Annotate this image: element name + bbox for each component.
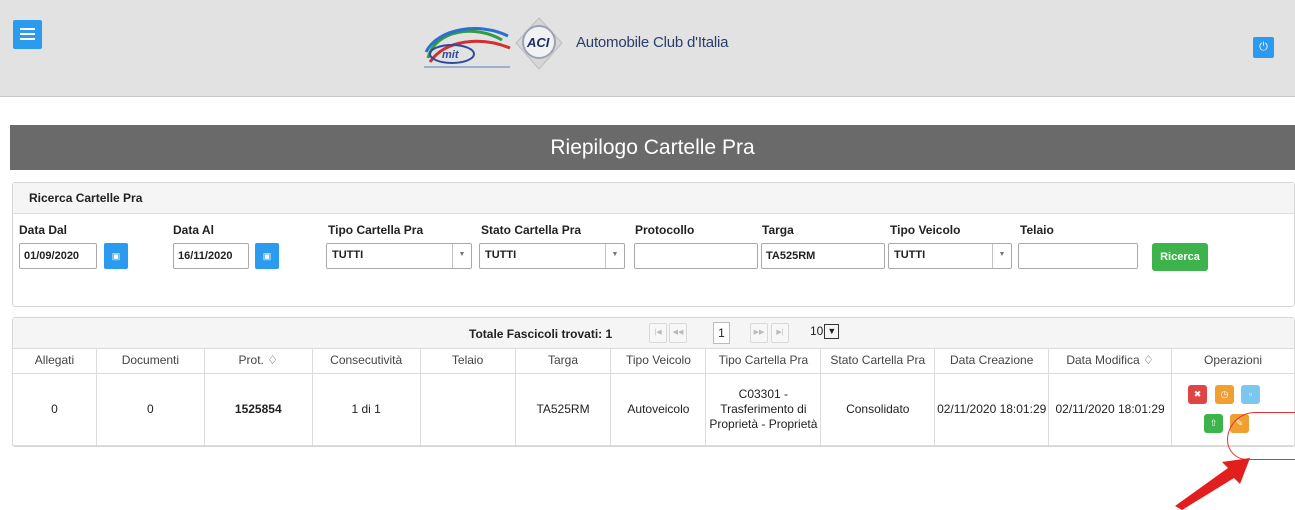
- telaio-label: Telaio: [1020, 223, 1054, 237]
- table-row: 0 0 1525854 1 di 1 TA525RM Autoveicolo C…: [12, 372, 1295, 446]
- app-header: mit ACI Automobile Club d'Italia ⏻: [0, 0, 1295, 97]
- next-page-button[interactable]: ▶▶: [750, 323, 768, 343]
- app-title: Automobile Club d'Italia: [576, 34, 729, 51]
- upload-icon: ⇧: [1209, 417, 1218, 428]
- first-page-button[interactable]: |◀: [649, 323, 667, 343]
- column-header: Tipo Veicolo: [610, 348, 707, 374]
- column-header: Telaio: [419, 348, 516, 374]
- column-header: Tipo Cartella Pra: [705, 348, 822, 374]
- hamburger-menu-icon: [20, 28, 35, 30]
- column-header-sortable[interactable]: Data Modifica ♢: [1048, 348, 1173, 374]
- per-page-value: 10: [810, 324, 824, 338]
- cell-tipo-veicolo: Autoveicolo: [610, 372, 707, 446]
- column-header: Allegati: [12, 348, 97, 374]
- stato-cartella-value: TUTTI: [485, 249, 517, 261]
- cell-stato: Consolidato: [820, 372, 936, 446]
- red-arrow-annotation: [1175, 458, 1250, 510]
- cell-data-modifica: 02/11/2020 18:01:29: [1048, 372, 1173, 446]
- tipo-cartella-value: TUTTI: [332, 249, 364, 261]
- column-header: Consecutività: [311, 348, 421, 374]
- column-header: Targa: [514, 348, 612, 374]
- cell-consecutivita: 1 di 1: [311, 372, 421, 446]
- total-results-label: Totale Fascicoli trovati: 1: [469, 327, 613, 341]
- results-header: Totale Fascicoli trovati: 1 |◀ ◀◀ 1 ▶▶ ▶…: [13, 318, 1294, 349]
- svg-text:mit: mit: [442, 49, 460, 61]
- power-icon: ⏻: [1259, 41, 1268, 53]
- column-header: Operazioni: [1171, 348, 1295, 374]
- last-page-icon: ▶|: [776, 329, 784, 336]
- menu-button[interactable]: [13, 20, 42, 49]
- close-icon: ✖: [1193, 388, 1202, 399]
- first-page-icon: |◀: [654, 329, 662, 336]
- column-header: Data Creazione: [934, 348, 1050, 374]
- svg-text:ACI: ACI: [526, 35, 550, 50]
- aci-logo: ACI: [515, 17, 563, 70]
- tipo-cartella-line: Trasferimento di: [720, 401, 807, 416]
- next-page-icon: ▶▶: [753, 329, 765, 336]
- cell-telaio: [419, 372, 516, 446]
- tipo-cartella-line: Proprietà - Proprietà: [709, 416, 818, 431]
- cell-documenti: 0: [95, 372, 205, 446]
- ricerca-button[interactable]: Ricerca: [1152, 243, 1208, 271]
- data-dal-calendar-button[interactable]: ▣: [104, 243, 128, 269]
- cell-tipo-cartella: C03301 - Trasferimento di Proprietà - Pr…: [705, 372, 822, 446]
- prev-page-button[interactable]: ◀◀: [669, 323, 687, 343]
- stato-cartella-select[interactable]: TUTTI ▼: [479, 243, 625, 269]
- hamburger-menu-icon-bar: [20, 38, 35, 40]
- tipo-cartella-line: C03301 -: [738, 386, 789, 401]
- tipo-veicolo-label: Tipo Veicolo: [890, 223, 961, 237]
- data-al-input[interactable]: 16/11/2020: [173, 243, 249, 269]
- telaio-input[interactable]: [1018, 243, 1138, 269]
- document-icon: ▫: [1248, 388, 1253, 399]
- targa-label: Targa: [762, 223, 794, 237]
- protocollo-label: Protocollo: [635, 223, 695, 237]
- logout-button[interactable]: ⏻: [1253, 37, 1274, 58]
- delete-button[interactable]: ✖: [1188, 384, 1208, 404]
- protocollo-input[interactable]: [634, 243, 758, 269]
- last-page-button[interactable]: ▶|: [771, 323, 789, 343]
- cell-targa: TA525RM: [514, 372, 612, 446]
- stato-cartella-label: Stato Cartella Pra: [481, 223, 582, 237]
- tipo-cartella-label: Tipo Cartella Pra: [328, 223, 424, 237]
- data-dal-input[interactable]: 01/09/2020: [19, 243, 97, 269]
- history-button[interactable]: ◷: [1215, 384, 1235, 404]
- upload-button[interactable]: ⇧: [1204, 413, 1224, 433]
- data-al-label: Data Al: [173, 223, 214, 237]
- column-header: Stato Cartella Pra: [820, 348, 936, 374]
- per-page-select[interactable]: 10 ▼: [810, 324, 840, 342]
- results-table: Allegati Documenti Prot. ♢ Consecutività…: [12, 348, 1295, 446]
- current-page[interactable]: 1: [713, 322, 730, 344]
- view-document-button[interactable]: ▫: [1241, 384, 1261, 404]
- column-header: Documenti: [95, 348, 205, 374]
- clock-icon: ◷: [1220, 388, 1229, 399]
- data-al-calendar-button[interactable]: ▣: [255, 243, 279, 269]
- prev-page-icon: ◀◀: [672, 329, 684, 336]
- calendar-icon: ▣: [262, 251, 272, 261]
- page-title: Riepilogo Cartelle Pra: [10, 125, 1295, 170]
- hamburger-menu-icon-bar: [20, 33, 35, 35]
- tipo-veicolo-select[interactable]: TUTTI ▼: [888, 243, 1012, 269]
- calendar-icon: ▣: [111, 251, 121, 261]
- search-panel-heading: Ricerca Cartelle Pra: [13, 183, 1294, 214]
- tipo-cartella-select[interactable]: TUTTI ▼: [326, 243, 472, 269]
- chevron-down-icon: ▼: [992, 244, 1011, 268]
- data-dal-label: Data Dal: [19, 223, 68, 237]
- mit-logo: mit: [424, 27, 511, 68]
- chevron-down-icon: ▼: [452, 244, 471, 268]
- table-header-row: Allegati Documenti Prot. ♢ Consecutività…: [12, 348, 1295, 374]
- tipo-veicolo-value: TUTTI: [894, 249, 926, 261]
- cell-prot: 1525854: [203, 372, 313, 446]
- chevron-down-icon: ▼: [605, 244, 624, 268]
- targa-input[interactable]: TA525RM: [761, 243, 885, 269]
- cell-allegati: 0: [12, 372, 97, 446]
- chevron-down-icon: ▼: [824, 324, 840, 340]
- cell-data-creazione: 02/11/2020 18:01:29: [934, 372, 1050, 446]
- column-header-sortable[interactable]: Prot. ♢: [203, 348, 313, 374]
